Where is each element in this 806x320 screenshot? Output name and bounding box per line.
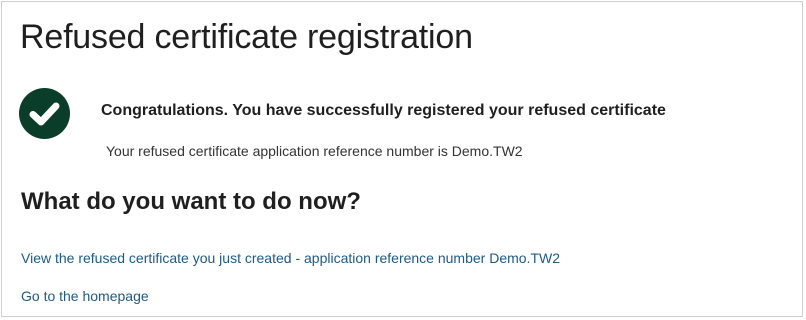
reference-number-text: Your refused certificate application ref… (106, 143, 523, 159)
success-message: Congratulations. You have successfully r… (101, 102, 666, 119)
next-steps-heading: What do you want to do now? (21, 188, 361, 215)
success-panel: Congratulations. You have successfully r… (19, 88, 779, 168)
homepage-link[interactable]: Go to the homepage (21, 288, 149, 304)
page-title: Refused certificate registration (20, 18, 473, 56)
check-circle-icon (19, 88, 70, 139)
page-frame: Refused certificate registration Congrat… (1, 1, 803, 317)
view-refused-certificate-link[interactable]: View the refused certificate you just cr… (21, 250, 560, 266)
